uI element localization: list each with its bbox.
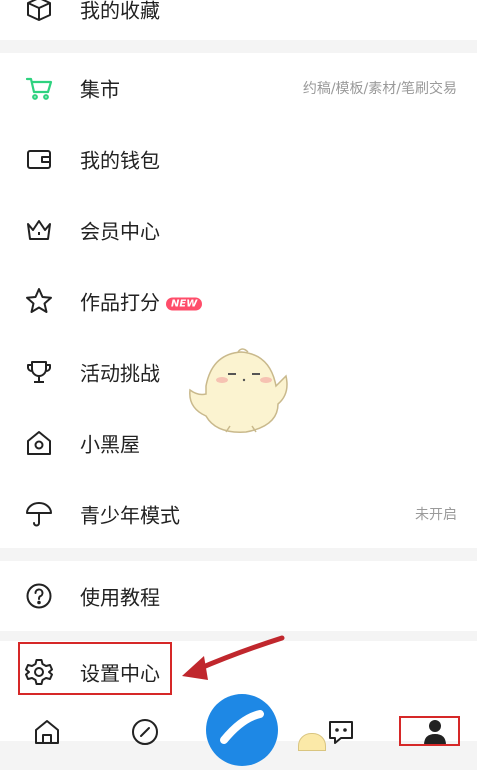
market-hint: 约稿/模板/素材/笔刷交易 — [302, 81, 457, 97]
rating-label-text: 作品打分 — [80, 290, 160, 315]
profile-highlight-box — [399, 716, 460, 746]
menu-item-label: 使用教程 — [80, 585, 160, 610]
menu-item-label: 小黑屋 — [80, 432, 140, 457]
menu-item-label: 会员中心 — [80, 219, 160, 244]
favorites-section: 我的收藏 — [0, 0, 477, 40]
menu-item-tutorial[interactable]: 使用教程 — [0, 561, 477, 631]
box-icon — [24, 0, 54, 24]
youth-status: 未开启 — [415, 507, 457, 523]
settings-highlight-box — [18, 642, 172, 695]
umbrella-icon — [24, 499, 54, 529]
menu-item-wallet[interactable]: 我的钱包 — [0, 124, 477, 194]
cart-icon — [24, 73, 54, 103]
home-icon[interactable] — [32, 717, 62, 747]
help-icon — [24, 581, 54, 611]
star-icon — [24, 286, 54, 316]
annotation-arrow-icon — [182, 635, 285, 680]
menu-item-market[interactable]: 集市 约稿/模板/素材/笔刷交易 — [0, 53, 477, 123]
menu-item-rating[interactable]: 作品打分 NEW — [0, 266, 477, 336]
menu-item-label: 我的钱包 — [80, 148, 160, 173]
menu-item-label: 活动挑战 — [80, 361, 160, 386]
message-icon[interactable] — [326, 717, 356, 747]
menu-item-label: 我的收藏 — [80, 0, 160, 23]
menu-item-youth[interactable]: 青少年模式 未开启 — [0, 479, 477, 549]
menu-item-label: 集市 — [80, 77, 120, 102]
mascot-sticker — [186, 346, 292, 438]
menu-item-label: 作品打分 NEW — [80, 287, 203, 316]
crown-icon — [24, 215, 54, 245]
menu-item-vip[interactable]: 会员中心 — [0, 195, 477, 265]
menu-item-favorites[interactable]: 我的收藏 — [0, 0, 477, 44]
brush-icon[interactable] — [206, 694, 278, 766]
menu-item-label: 青少年模式 — [80, 503, 180, 528]
trophy-icon — [24, 357, 54, 387]
compass-icon[interactable] — [130, 717, 160, 747]
house-icon — [24, 428, 54, 458]
mini-mascot-icon — [298, 733, 326, 751]
main-menu-section: 集市 约稿/模板/素材/笔刷交易 我的钱包 会员中心 作品打分 NEW 活动挑战… — [0, 53, 477, 548]
new-badge: NEW — [166, 297, 203, 311]
wallet-icon — [24, 144, 54, 174]
